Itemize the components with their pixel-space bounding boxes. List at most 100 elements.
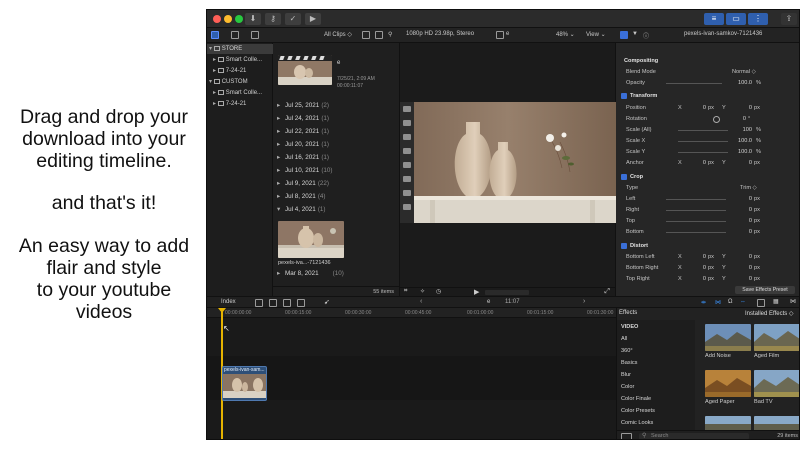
crop-left-slider[interactable] — [666, 199, 726, 200]
crop-right-slider[interactable] — [666, 210, 726, 211]
date-group[interactable]: ▸ Jul 24, 2021 (1) — [277, 115, 329, 122]
effects-category-item[interactable]: 360° — [619, 345, 693, 357]
library-item-event[interactable]: ▸ 7-24-21 — [207, 99, 273, 109]
library-item-smart-collections[interactable]: ▸ Smart Colle... — [207, 88, 273, 98]
effect-thumbnail-aged-film[interactable] — [754, 324, 799, 351]
blend-mode-select[interactable]: Normal ◇ — [732, 67, 756, 78]
crop-right-value[interactable]: 0 — [740, 205, 752, 216]
scale-x-slider[interactable] — [678, 141, 728, 142]
crop-bottom-value[interactable]: 0 — [740, 227, 752, 238]
insert-clip-icon[interactable] — [269, 299, 277, 307]
bottom-right-x-value[interactable]: 0 — [694, 263, 706, 274]
library-item-event[interactable]: ▸ 7-24-21 — [207, 66, 273, 76]
anchor-y-value[interactable]: 0 — [740, 158, 752, 169]
disclosure-icon[interactable]: ▸ — [277, 270, 285, 277]
transitions-browser-icon[interactable]: ⋈ — [790, 298, 796, 305]
crop-section[interactable]: Crop — [616, 172, 799, 183]
select-tool-icon[interactable]: ➹ — [324, 298, 330, 306]
crop-top-value[interactable]: 0 — [740, 216, 752, 227]
date-group[interactable]: ▸ Jul 25, 2021 (2) — [277, 102, 329, 109]
disclosure-icon[interactable]: ▸ — [277, 180, 285, 187]
effects-browser-icon[interactable]: ▦ — [773, 298, 779, 305]
sidebar-toggle-icon[interactable] — [621, 433, 632, 439]
date-group[interactable]: ▸ Jul 16, 2021 (1) — [277, 154, 329, 161]
disclosure-icon[interactable]: ▸ — [277, 115, 285, 122]
filter-icon[interactable]: ▼ — [632, 31, 638, 37]
effect-thumbnail[interactable] — [705, 416, 751, 430]
transform-tool-icon[interactable]: ⌗ — [404, 288, 407, 295]
connect-clip-icon[interactable] — [283, 299, 291, 307]
crop-type-select[interactable]: Trim ◇ — [740, 183, 757, 194]
opacity-slider[interactable] — [666, 83, 722, 84]
top-right-x-value[interactable]: 0 — [694, 274, 706, 285]
timeline[interactable]: 00:00:00:00 00:00:15:00 00:00:30:00 00:0… — [207, 308, 616, 439]
solo-icon[interactable]: Ω — [728, 299, 733, 305]
list-view-icon[interactable] — [375, 31, 383, 39]
key-icon[interactable]: ⚷ — [265, 13, 281, 25]
clip-thumbnail[interactable] — [278, 55, 332, 85]
date-group[interactable]: ▸ Jul 10, 2021 (10) — [277, 167, 333, 174]
distort-section[interactable]: Distort — [616, 241, 799, 252]
layout-browser-button[interactable]: ≡ — [704, 13, 724, 25]
effect-thumbnail-add-noise[interactable] — [705, 324, 751, 351]
effects-search-input[interactable]: ⚲ Search — [639, 433, 749, 439]
disclosure-icon[interactable]: ▸ — [277, 167, 285, 174]
effects-category-item[interactable]: Comic Looks — [619, 417, 693, 429]
zoom-window-button[interactable] — [235, 15, 243, 23]
disclosure-icon[interactable]: ▸ — [277, 154, 285, 161]
effects-category-item[interactable]: Basics — [619, 357, 693, 369]
timeline-ruler[interactable]: 00:00:00:00 00:00:15:00 00:00:30:00 00:0… — [207, 308, 616, 318]
effects-category-item[interactable]: All — [619, 333, 693, 345]
clip-appearance-icon[interactable] — [757, 299, 765, 307]
share-icon[interactable]: ⇪ — [781, 13, 797, 25]
effects-category-item[interactable]: Blur — [619, 369, 693, 381]
fullscreen-icon[interactable]: ⤢ — [604, 288, 610, 296]
effect-thumbnail-aged-paper[interactable] — [705, 370, 751, 397]
disclosure-icon[interactable]: ▸ — [277, 102, 285, 109]
library-item-store[interactable]: ▾ STORE — [207, 44, 273, 54]
layout-timeline-button[interactable]: ▭ — [726, 13, 746, 25]
timecode-display[interactable] — [485, 290, 529, 295]
skimming-icon[interactable]: ⋈ — [715, 299, 721, 306]
close-window-button[interactable] — [213, 15, 221, 23]
scale-all-value[interactable]: 100 — [732, 125, 752, 136]
crop-top-slider[interactable] — [666, 221, 726, 222]
titles-icon[interactable] — [251, 31, 259, 39]
opacity-value[interactable]: 100.0 — [728, 78, 752, 89]
filmstrip-icon[interactable] — [362, 31, 370, 39]
library-item-smart-collections[interactable]: ▸ Smart Colle... — [207, 55, 273, 65]
effect-thumbnail[interactable] — [754, 416, 799, 430]
video-inspector-icon[interactable] — [620, 31, 628, 39]
playhead-handle-icon[interactable] — [218, 308, 226, 313]
installed-effects-select[interactable]: Installed Effects ◇ — [745, 310, 794, 317]
disclosure-icon[interactable]: ▸ — [277, 193, 285, 200]
disclosure-open-icon[interactable]: ▾ — [277, 206, 285, 213]
date-group-expanded[interactable]: ▾ Jul 4, 2021 (1) — [277, 206, 326, 213]
scale-y-slider[interactable] — [678, 152, 728, 153]
rotation-dial-icon[interactable] — [713, 116, 720, 123]
layout-inspector-button[interactable]: ⋮ — [748, 13, 768, 25]
effect-thumbnail-bad-tv[interactable] — [754, 370, 799, 397]
index-button[interactable]: Index — [221, 299, 236, 305]
forward-arrow-icon[interactable]: › — [583, 298, 585, 305]
date-group[interactable]: ▸ Jul 22, 2021 (1) — [277, 128, 329, 135]
append-clip-icon[interactable] — [255, 299, 263, 307]
anchor-x-value[interactable]: 0 — [694, 158, 706, 169]
bottom-left-x-value[interactable]: 0 — [694, 252, 706, 263]
scale-x-value[interactable]: 100.0 — [728, 136, 752, 147]
info-icon[interactable]: ⓘ — [643, 31, 649, 40]
import-icon[interactable]: ⬇ — [245, 13, 261, 25]
effects-category-item[interactable]: Color Finale — [619, 393, 693, 405]
photos-icon[interactable] — [231, 31, 239, 39]
zoom-menu[interactable]: 48% ⌄ — [556, 31, 575, 38]
transform-checkbox[interactable] — [621, 93, 627, 99]
audio-skimming-icon[interactable]: ⇹ — [701, 299, 706, 306]
effects-category-item[interactable]: Color Presets — [619, 405, 693, 417]
top-right-y-value[interactable]: 0 — [740, 274, 752, 285]
checkmark-icon[interactable]: ✓ — [285, 13, 301, 25]
compositing-section[interactable]: Compositing — [616, 56, 799, 67]
play-button[interactable]: ▶ — [474, 288, 479, 296]
library-item-custom[interactable]: ▾ CUSTOM — [207, 77, 273, 87]
viewer-canvas[interactable] — [400, 102, 616, 223]
position-y-value[interactable]: 0 — [740, 103, 752, 114]
